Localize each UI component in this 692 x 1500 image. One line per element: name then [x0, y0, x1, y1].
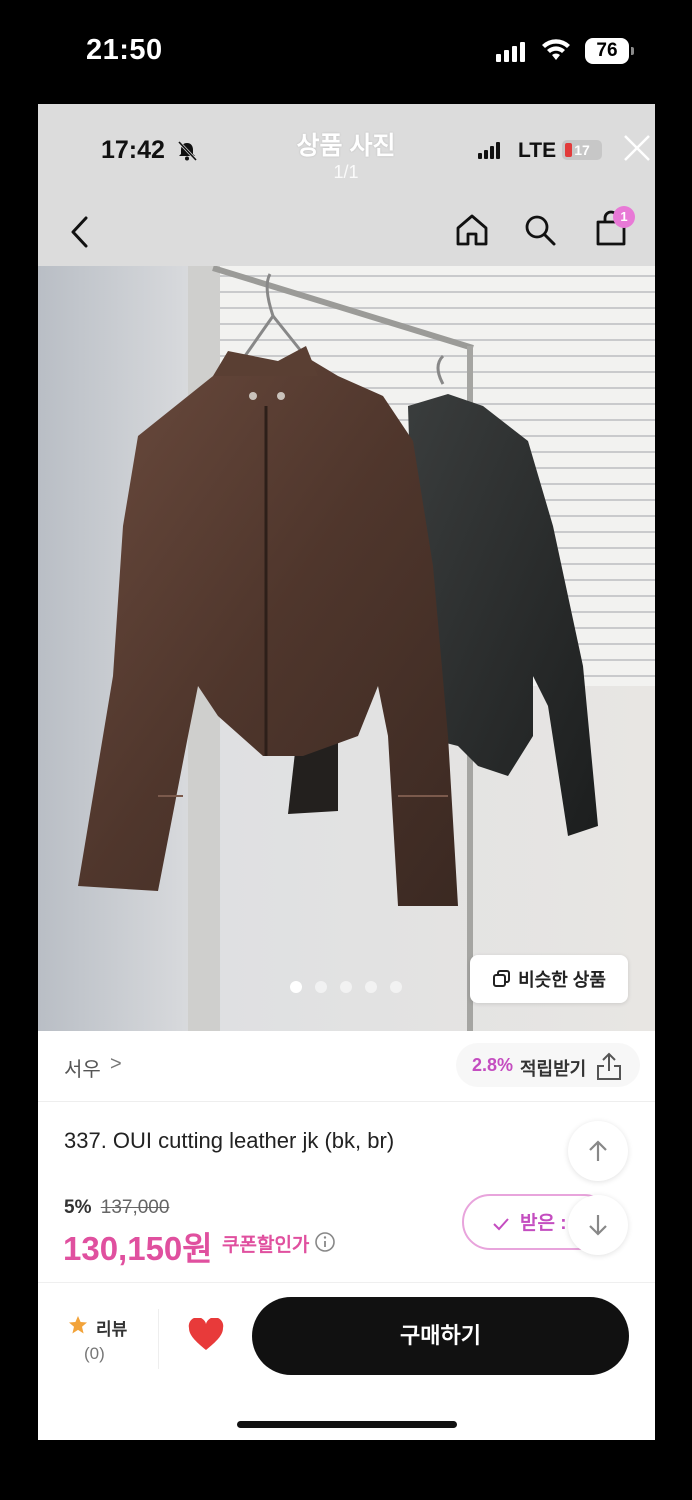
carousel-dot[interactable] [365, 981, 377, 993]
carousel-dot[interactable] [290, 981, 302, 993]
sale-price: 130,150원 [63, 1230, 213, 1267]
chevron-right-icon[interactable]: > [110, 1053, 122, 1076]
bottom-action-bar: 리뷰 (0) 구매하기 [38, 1282, 655, 1440]
review-label[interactable]: 리뷰 [96, 1315, 127, 1340]
scroll-up-button[interactable] [568, 1121, 628, 1181]
carousel-dot[interactable] [390, 981, 402, 993]
store-row: 서우 > 2.8% 적립받기 [38, 1031, 655, 1102]
original-price: 137,000 [100, 1197, 170, 1218]
close-icon[interactable] [621, 132, 653, 164]
discount-rate: 5% [64, 1197, 92, 1218]
points-label: 적립받기 [520, 1059, 587, 1079]
carousel-dot[interactable] [340, 981, 352, 993]
home-icon[interactable] [454, 212, 490, 248]
inner-clock: 17:42 [101, 136, 165, 164]
back-icon[interactable] [66, 212, 96, 252]
product-image [38, 266, 655, 1031]
carousel-indicator[interactable] [290, 981, 402, 993]
heart-icon[interactable] [187, 1318, 225, 1352]
bell-slash-icon [177, 140, 198, 162]
outer-clock: 21:50 [86, 34, 163, 66]
carousel-dot[interactable] [315, 981, 327, 993]
share-icon[interactable] [595, 1051, 623, 1081]
discount-row: 5% 137,000 [64, 1197, 169, 1219]
similar-products-label: 비슷한 상품 [518, 970, 606, 990]
wifi-icon [542, 39, 570, 60]
buy-button[interactable]: 구매하기 [252, 1297, 629, 1375]
inner-battery-icon: 17 [562, 140, 602, 160]
arrow-up-icon [589, 1140, 607, 1161]
search-icon[interactable] [522, 212, 558, 248]
outer-status-bar: 21:50 76 [0, 0, 692, 104]
points-rate: 2.8% [472, 1055, 514, 1075]
top-header: 17:42 LTE 17 상품 사진 1/1 1 [38, 104, 655, 266]
inner-battery-level: 17 [574, 142, 590, 158]
battery-icon: 76 [585, 38, 634, 64]
coupon-button-label: 받은 : [520, 1213, 567, 1234]
scroll-down-button[interactable] [568, 1195, 628, 1255]
star-icon [69, 1316, 87, 1334]
review-count[interactable]: (0) [84, 1344, 105, 1364]
network-type: LTE [518, 139, 557, 162]
check-icon [493, 1218, 509, 1231]
coupon-price-label: 쿠폰할인가 [222, 1235, 310, 1256]
home-indicator[interactable] [237, 1421, 457, 1428]
viewer-counter: 1/1 [333, 162, 359, 182]
arrow-down-icon [589, 1215, 607, 1236]
product-name: 337. OUI cutting leather jk (bk, br) [64, 1128, 395, 1153]
similar-products-button[interactable]: 비슷한 상품 [470, 955, 628, 1003]
product-screen: 17:42 LTE 17 상품 사진 1/1 1 비슷한 상품 서우 > 2.8… [38, 104, 655, 1440]
divider [158, 1309, 159, 1369]
info-icon[interactable] [314, 1231, 336, 1253]
store-name[interactable]: 서우 [64, 1053, 101, 1082]
viewer-title: 상품 사진 [296, 132, 396, 160]
cart-count-badge: 1 [613, 206, 635, 228]
product-photo[interactable]: 비슷한 상품 [38, 266, 655, 1031]
copy-icon [493, 970, 511, 987]
cellular-signal-icon [496, 40, 525, 62]
inner-signal-icon [478, 141, 500, 159]
